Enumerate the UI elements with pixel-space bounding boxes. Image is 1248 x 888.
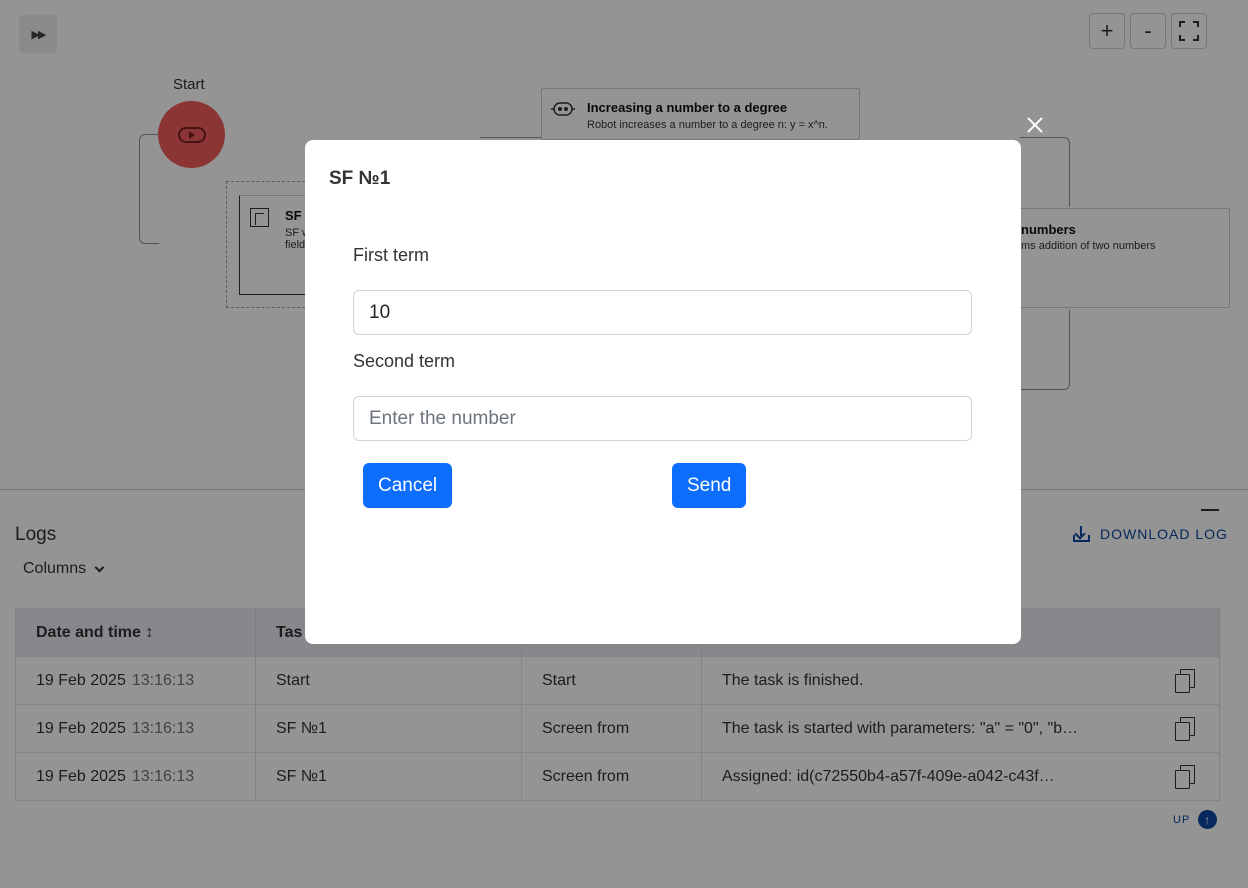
- cancel-button[interactable]: Cancel: [363, 463, 453, 508]
- dialog-title: SF №1: [329, 168, 391, 189]
- close-icon[interactable]: [1022, 112, 1048, 138]
- send-button[interactable]: Send: [672, 463, 747, 508]
- first-term-label: First term: [353, 245, 429, 265]
- second-term-input[interactable]: [353, 396, 972, 441]
- first-term-input[interactable]: [353, 290, 972, 335]
- second-term-label: Second term: [353, 351, 456, 371]
- screen-form-dialog: SF №1 First term Second term Cancel Send: [305, 140, 1021, 644]
